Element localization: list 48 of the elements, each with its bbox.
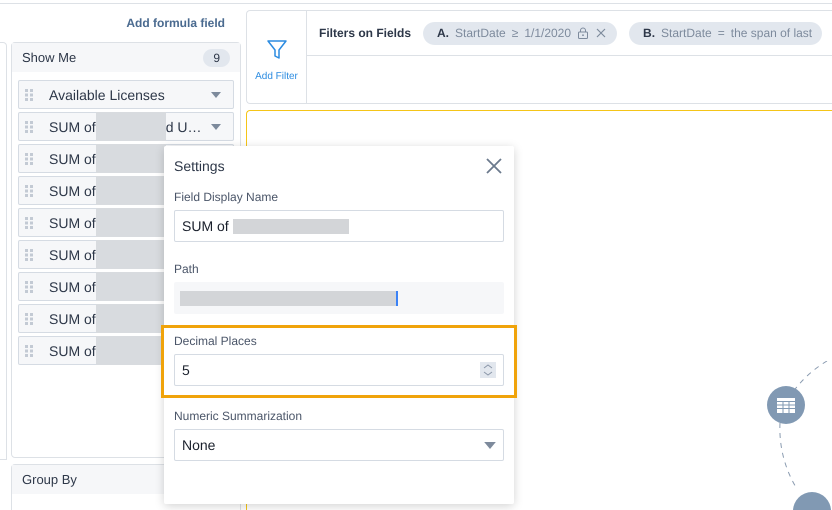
caret-icon[interactable] <box>211 124 221 130</box>
field-label: Available Licenses <box>49 86 165 102</box>
drag-handle-icon[interactable] <box>25 152 33 164</box>
field-label: SUM of <box>49 150 96 166</box>
drag-handle-icon[interactable] <box>25 184 33 196</box>
drag-handle-icon[interactable] <box>25 280 33 292</box>
count-badge: 9 <box>203 48 230 66</box>
caret-icon[interactable] <box>484 442 496 448</box>
redaction-block <box>96 240 166 269</box>
redaction-block <box>96 208 166 237</box>
field-label: SUM of <box>49 246 96 262</box>
redaction-block <box>96 176 166 205</box>
add-formula-link[interactable]: Add formula field <box>126 16 225 30</box>
field-item[interactable]: SUM of d U… <box>18 112 234 141</box>
field-label-end: d U… <box>166 118 202 134</box>
drag-handle-icon[interactable] <box>25 216 33 228</box>
field-label: SUM of <box>49 182 96 198</box>
add-filter-button[interactable]: Add Filter <box>247 11 307 103</box>
field-caption: Numeric Summarization <box>174 409 304 423</box>
redaction-block <box>96 304 166 333</box>
filter-chip[interactable]: B. StartDate = the span of last <box>629 22 822 44</box>
panel-title: Group By <box>22 472 77 487</box>
redaction-block <box>96 144 166 173</box>
spinner-icon[interactable] <box>480 362 496 378</box>
dropdown-field[interactable]: None <box>174 429 504 461</box>
drag-handle-icon[interactable] <box>25 88 33 100</box>
field-label: SUM of <box>49 310 96 326</box>
field-label: SUM of <box>49 278 96 294</box>
field-label: SUM of <box>49 342 96 358</box>
funnel-icon <box>266 38 288 60</box>
close-icon[interactable] <box>595 27 608 39</box>
filters-title: Filters on Fields <box>319 26 412 40</box>
dialog-title: Settings <box>174 158 225 174</box>
drag-handle-icon[interactable] <box>25 344 33 356</box>
drag-handle-icon[interactable] <box>25 248 33 260</box>
drag-handle-icon[interactable] <box>25 312 33 324</box>
number-field[interactable]: 5 <box>174 354 504 386</box>
field-label: SUM of <box>49 214 96 230</box>
redaction-block <box>96 272 166 301</box>
filter-chip[interactable]: A. StartDate ≥ 1/1/2020 <box>423 22 618 44</box>
field-label: SUM of <box>49 118 96 134</box>
close-icon[interactable] <box>486 158 502 174</box>
drag-handle-icon[interactable] <box>25 120 33 132</box>
redaction-block <box>96 112 166 141</box>
panel-title: Show Me <box>22 50 76 65</box>
field-item[interactable]: Available Licenses <box>18 80 234 109</box>
caret-icon[interactable] <box>211 92 221 98</box>
input-field[interactable]: SUM of <box>174 210 504 242</box>
